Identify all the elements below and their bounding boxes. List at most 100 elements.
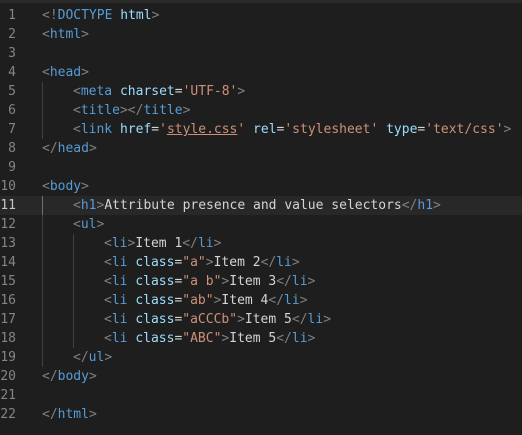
line-number: 4 — [8, 65, 16, 80]
token-tag: li — [276, 255, 292, 270]
token-punc: > — [237, 84, 246, 99]
code-line[interactable]: 6 <title></title> — [0, 101, 522, 120]
code-lines[interactable]: 1 <!DOCTYPE html> 2 <html> 3 4 <head> 5 <meta ch… — [0, 6, 522, 424]
line-number: 2 — [8, 27, 16, 42]
line-number: 16 — [0, 293, 16, 308]
token-punc: </ — [42, 141, 58, 156]
code-editor[interactable]: 1 <!DOCTYPE html> 2 <html> 3 4 <head> 5 <meta ch… — [0, 0, 522, 435]
token-punc: > — [323, 312, 332, 327]
line-number: 9 — [8, 160, 16, 175]
token-str: 'UTF-8' — [182, 84, 238, 99]
code-line[interactable]: 2 <html> — [0, 25, 522, 44]
token-punc: > — [307, 331, 316, 346]
code-text: <li class="ABC">Item 5</li> — [104, 329, 315, 348]
code-line[interactable]: 20 </body> — [0, 367, 522, 386]
token-str: "ABC" — [182, 331, 222, 346]
code-line[interactable]: 3 — [0, 44, 522, 63]
code-line[interactable]: 21 — [0, 386, 522, 405]
token-punc: > — [88, 141, 97, 156]
token-text: Item 3 — [229, 274, 277, 289]
code-line[interactable]: 14 <li class="a">Item 2</li> — [0, 253, 522, 272]
token-tag: title — [143, 103, 183, 118]
code-line[interactable]: 22 </html> — [0, 405, 522, 424]
code-line[interactable]: 16 <li class="ab">Item 4</li> — [0, 291, 522, 310]
token-punc: < — [104, 293, 112, 308]
token-punc: < — [104, 312, 112, 327]
token-punc: < — [104, 255, 112, 270]
token-punc: < — [104, 236, 112, 251]
line-number: 21 — [0, 388, 16, 403]
token-tag: li — [111, 236, 128, 251]
token-text: Item 2 — [213, 255, 261, 270]
code-line[interactable]: 15 <li class="a b">Item 3</li> — [0, 272, 522, 291]
token-punc: </ — [401, 198, 418, 213]
indent-guide — [42, 234, 43, 253]
code-line[interactable]: 8 </head> — [0, 139, 522, 158]
code-line[interactable]: 11 <h1>Attribute presence and value selec… — [0, 196, 522, 215]
token-attr: charset — [119, 84, 175, 99]
token-link[interactable]: style.css — [167, 122, 237, 137]
code-text: <li class="a b">Item 3</li> — [104, 272, 315, 291]
indent-guide — [73, 234, 74, 253]
token-punc: </ — [268, 293, 285, 308]
code-line[interactable]: 13 <li>Item 1</li> — [0, 234, 522, 253]
code-line[interactable]: 17 <li class="aCCCb">Item 5</li> — [0, 310, 522, 329]
tab-bar-edge — [0, 0, 522, 3]
token-punc: <! — [42, 8, 58, 23]
code-line[interactable]: 12 <ul> — [0, 215, 522, 234]
code-line[interactable]: 5 <meta charset='UTF-8'> — [0, 82, 522, 101]
indent-guide — [42, 310, 43, 329]
token-text: = — [174, 84, 183, 99]
token-tag: h1 — [80, 198, 97, 213]
token-attr: href — [119, 122, 152, 137]
line-number: 8 — [8, 141, 16, 156]
token-text: Item 1 — [135, 236, 183, 251]
token-punc: < — [104, 331, 112, 346]
token-str: ' — [159, 122, 167, 137]
token-punc: > — [104, 350, 113, 365]
token-punc: > — [81, 65, 89, 80]
token-text: Item 4 — [221, 293, 269, 308]
token-punc: </ — [276, 274, 292, 289]
token-tag: body — [57, 369, 89, 384]
code-line[interactable]: 10 <body> — [0, 177, 522, 196]
line-number: 6 — [8, 103, 16, 118]
token-punc: </ — [42, 407, 58, 422]
token-punc: > — [182, 103, 191, 118]
indent-guide — [42, 215, 43, 234]
token-attr: type — [386, 122, 418, 137]
token-tag: body — [49, 179, 82, 194]
token-tag: li — [111, 331, 128, 346]
indent-guide — [42, 253, 43, 272]
token-punc: < — [42, 179, 50, 194]
token-tag: ul — [80, 217, 97, 232]
token-text: Attribute presence and value selectors — [104, 198, 402, 213]
token-str: "a" — [182, 255, 206, 270]
line-number: 20 — [0, 369, 16, 384]
code-line[interactable]: 9 — [0, 158, 522, 177]
token-punc: </ — [276, 331, 292, 346]
code-text: <body> — [42, 177, 89, 196]
code-text: <li class="aCCCb">Item 5</li> — [104, 310, 331, 329]
line-number: 5 — [8, 84, 16, 99]
code-line[interactable]: 1 <!DOCTYPE html> — [0, 6, 522, 25]
token-attr: class — [135, 331, 175, 346]
code-line[interactable]: 7 <link href='style.css' rel='stylesheet'… — [0, 120, 522, 139]
code-text: <!DOCTYPE html> — [42, 6, 159, 25]
indent-guide — [73, 329, 74, 348]
token-attr: html — [112, 8, 152, 23]
token-tag: meta — [80, 84, 113, 99]
code-line[interactable]: 19 </ul> — [0, 348, 522, 367]
token-punc: > — [237, 312, 245, 327]
code-line[interactable]: 4 <head> — [0, 63, 522, 82]
token-punc: </ — [42, 369, 58, 384]
line-number: 22 — [0, 407, 16, 422]
token-attr: class — [135, 312, 175, 327]
indent-guide — [73, 272, 74, 291]
code-line[interactable]: 18 <li class="ABC">Item 5</li> — [0, 329, 522, 348]
token-tag: li — [111, 312, 128, 327]
token-punc: > — [299, 293, 308, 308]
token-str: "ab" — [182, 293, 214, 308]
